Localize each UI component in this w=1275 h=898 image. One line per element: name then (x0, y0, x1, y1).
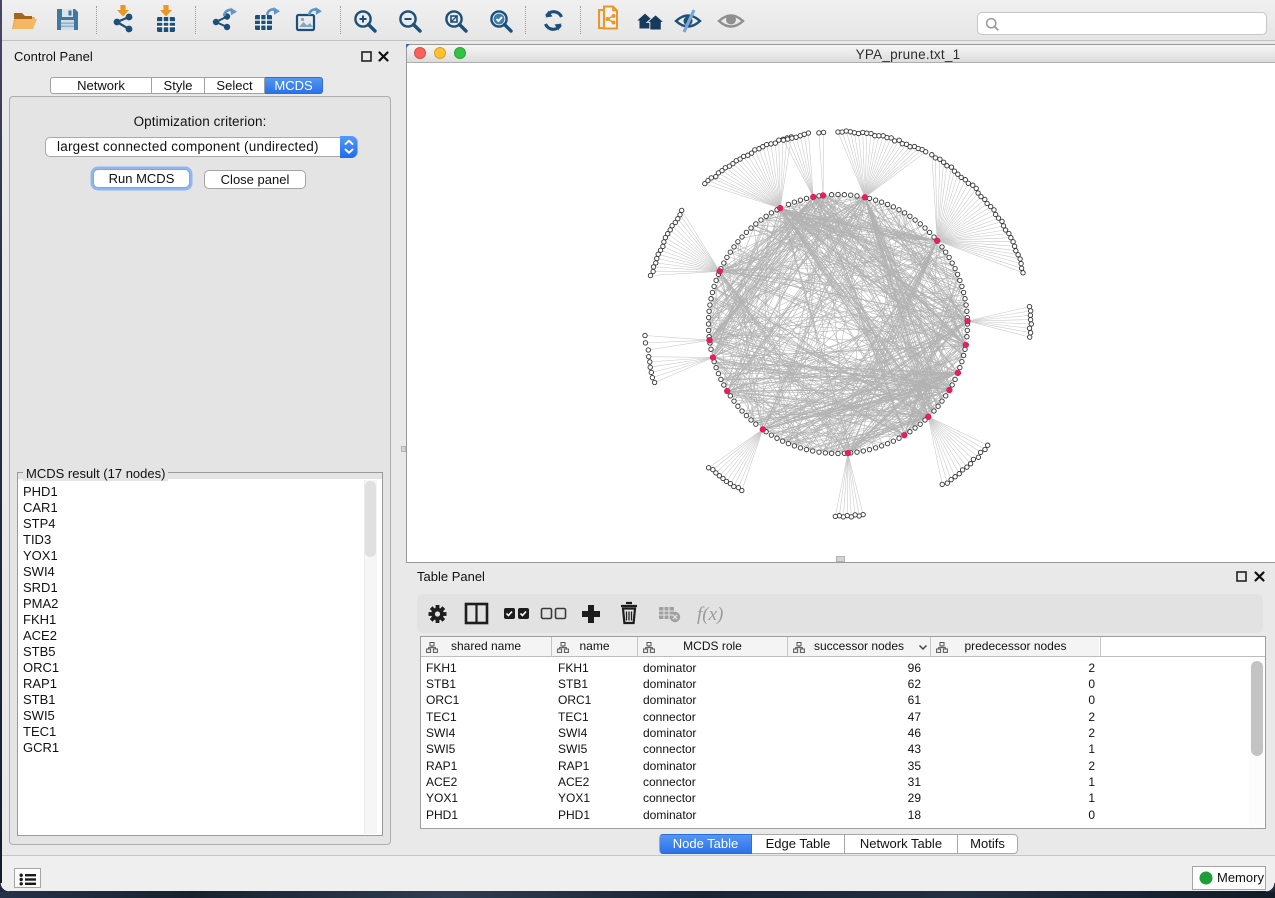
svg-text:f(x): f(x) (697, 604, 723, 625)
